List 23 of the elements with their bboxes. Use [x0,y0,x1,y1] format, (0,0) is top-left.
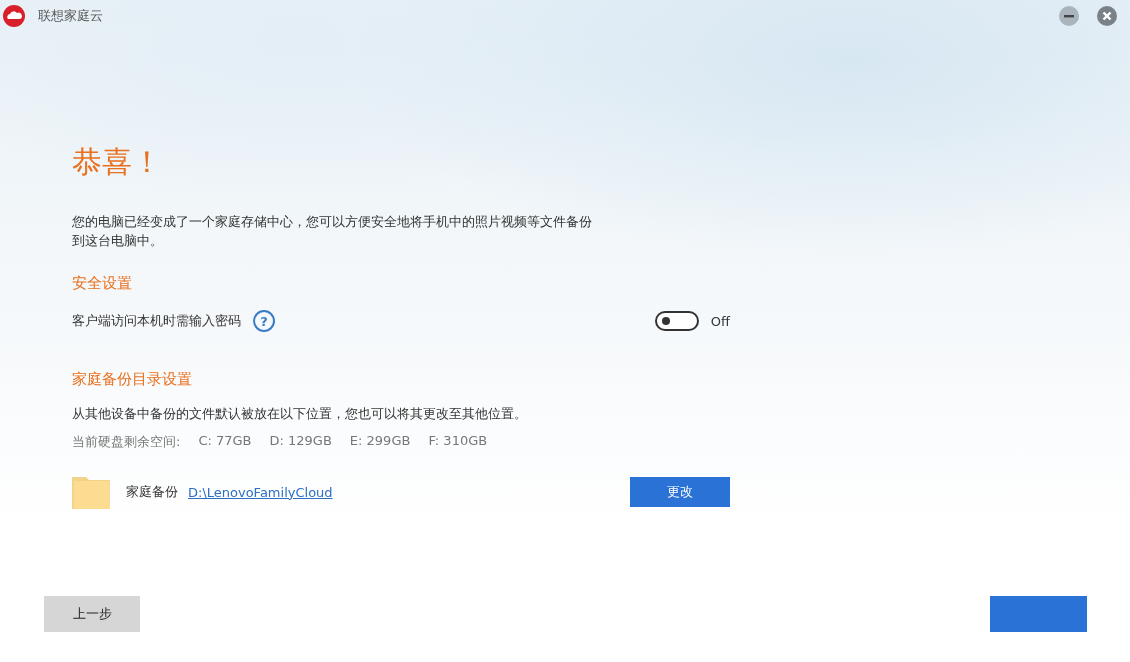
congratulations-heading: 恭喜！ [72,143,163,181]
change-button[interactable]: 更改 [630,477,730,507]
drive-space: C: 77GB [198,433,252,450]
password-setting-label: 客户端访问本机时需输入密码 [72,312,241,330]
drive-space: D: 129GB [269,433,332,450]
toggle-switch[interactable] [654,311,699,331]
disk-space-label: 当前硬盘剩余空间: [72,433,181,451]
drive-space: F: 310GB [428,433,488,450]
window-title: 联想家庭云 [38,7,103,25]
backup-description: 从其他设备中备份的文件默认被放在以下位置，您也可以将其更改至其他位置。 [72,405,528,423]
intro-text: 您的电脑已经变成了一个家庭存储中心，您可以方便安全地将手机中的照片视频等文件备份到这台电脑中。 [72,213,593,250]
back-button[interactable]: 上一步 [44,596,140,632]
drive-space: E: 299GB [349,433,411,450]
folder-icon [72,475,110,509]
cloud-logo-icon [2,4,26,28]
toggle-state-label: Off [710,313,730,329]
help-icon[interactable]: ? [253,310,275,332]
minimize-icon[interactable] [1058,5,1080,27]
section-title: 家庭备份目录设置 [72,369,193,390]
folder-label: 家庭备份 [126,483,178,501]
section-title: 安全设置 [72,273,133,294]
close-icon[interactable] [1096,5,1118,27]
folder-path-link[interactable]: D:\LenovoFamilyCloud [188,484,333,500]
